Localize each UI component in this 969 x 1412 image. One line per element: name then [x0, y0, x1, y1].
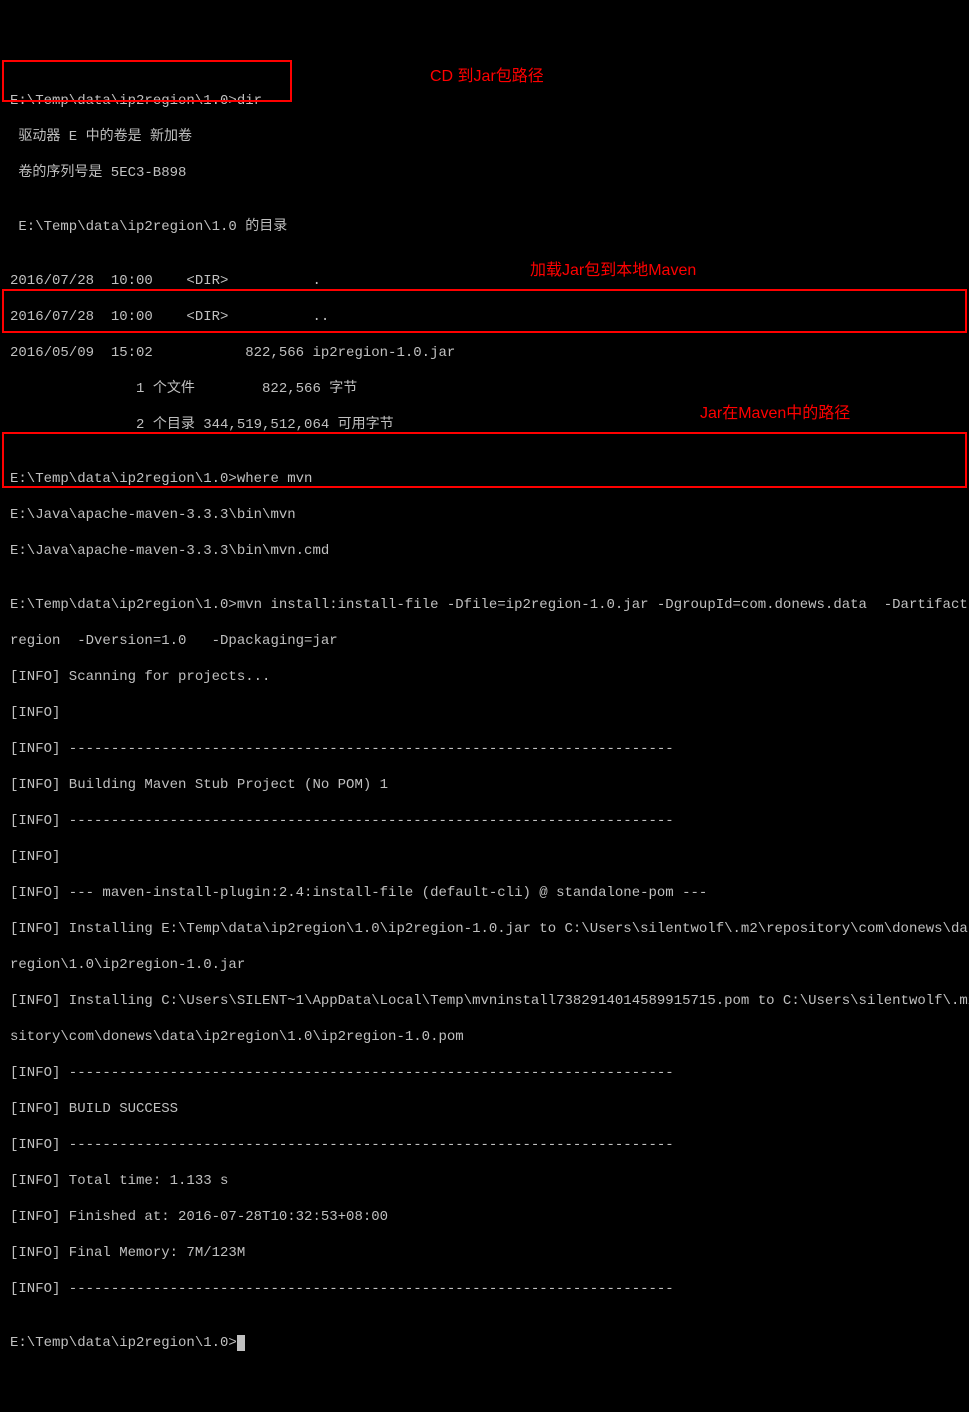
- term-line: E:\Temp\data\ip2region\1.0>dir: [0, 92, 969, 110]
- term-line: [INFO] ---------------------------------…: [0, 1136, 969, 1154]
- term-line: 驱动器 E 中的卷是 新加卷: [0, 128, 969, 146]
- term-line: [INFO] Installing C:\Users\SILENT~1\AppD…: [0, 992, 969, 1010]
- term-line: [INFO] ---------------------------------…: [0, 740, 969, 758]
- term-line: [INFO] Building Maven Stub Project (No P…: [0, 776, 969, 794]
- term-line: [INFO] Installing E:\Temp\data\ip2region…: [0, 920, 969, 938]
- term-line: 2 个目录 344,519,512,064 可用字节: [0, 416, 969, 434]
- term-line: E:\Temp\data\ip2region\1.0 的目录: [0, 218, 969, 236]
- term-line: [INFO] ---------------------------------…: [0, 1064, 969, 1082]
- term-line: 1 个文件 822,566 字节: [0, 380, 969, 398]
- term-prompt-line[interactable]: E:\Temp\data\ip2region\1.0>: [0, 1334, 969, 1352]
- term-line: E:\Temp\data\ip2region\1.0>mvn install:i…: [0, 596, 969, 614]
- term-prompt-text: E:\Temp\data\ip2region\1.0>: [10, 1335, 237, 1351]
- term-line: [INFO]: [0, 704, 969, 722]
- term-line: 2016/07/28 10:00 <DIR> ..: [0, 308, 969, 326]
- term-line: [INFO] Finished at: 2016-07-28T10:32:53+…: [0, 1208, 969, 1226]
- term-line: 2016/07/28 10:00 <DIR> .: [0, 272, 969, 290]
- term-line: 2016/05/09 15:02 822,566 ip2region-1.0.j…: [0, 344, 969, 362]
- terminal-output[interactable]: E:\Temp\data\ip2region\1.0>dir 驱动器 E 中的卷…: [0, 72, 969, 1370]
- term-line: 卷的序列号是 5EC3-B898: [0, 164, 969, 182]
- term-line: E:\Java\apache-maven-3.3.3\bin\mvn.cmd: [0, 542, 969, 560]
- term-line: [INFO] BUILD SUCCESS: [0, 1100, 969, 1118]
- term-line: sitory\com\donews\data\ip2region\1.0\ip2…: [0, 1028, 969, 1046]
- term-line: region -Dversion=1.0 -Dpackaging=jar: [0, 632, 969, 650]
- term-line: [INFO] ---------------------------------…: [0, 812, 969, 830]
- term-line: region\1.0\ip2region-1.0.jar: [0, 956, 969, 974]
- term-line: [INFO] ---------------------------------…: [0, 1280, 969, 1298]
- term-line: [INFO]: [0, 848, 969, 866]
- term-line: [INFO] Final Memory: 7M/123M: [0, 1244, 969, 1262]
- cursor: [237, 1335, 245, 1351]
- term-line: [INFO] Scanning for projects...: [0, 668, 969, 686]
- term-line: E:\Java\apache-maven-3.3.3\bin\mvn: [0, 506, 969, 524]
- term-line: [INFO] --- maven-install-plugin:2.4:inst…: [0, 884, 969, 902]
- term-line: E:\Temp\data\ip2region\1.0>where mvn: [0, 470, 969, 488]
- term-line: [INFO] Total time: 1.133 s: [0, 1172, 969, 1190]
